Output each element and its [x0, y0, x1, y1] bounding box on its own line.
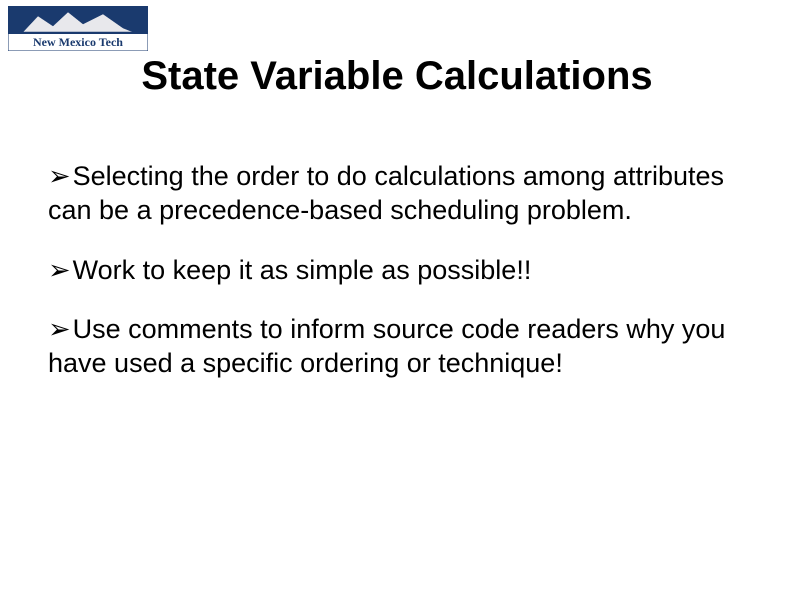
logo-text: New Mexico Tech — [33, 35, 123, 49]
bullet-list: ➢Selecting the order to do calculations … — [48, 160, 734, 407]
org-logo: New Mexico Tech — [8, 6, 148, 51]
bullet-text: Selecting the order to do calculations a… — [48, 161, 724, 225]
bullet-item: ➢Use comments to inform source code read… — [48, 313, 734, 381]
bullet-text: Work to keep it as simple as possible!! — [73, 255, 532, 285]
bullet-text: Use comments to inform source code reade… — [48, 314, 725, 378]
bullet-item: ➢Work to keep it as simple as possible!! — [48, 254, 734, 288]
chevron-right-icon: ➢ — [48, 313, 71, 347]
bullet-item: ➢Selecting the order to do calculations … — [48, 160, 734, 228]
slide-title: State Variable Calculations — [0, 54, 794, 99]
chevron-right-icon: ➢ — [48, 254, 71, 288]
chevron-right-icon: ➢ — [48, 160, 71, 194]
